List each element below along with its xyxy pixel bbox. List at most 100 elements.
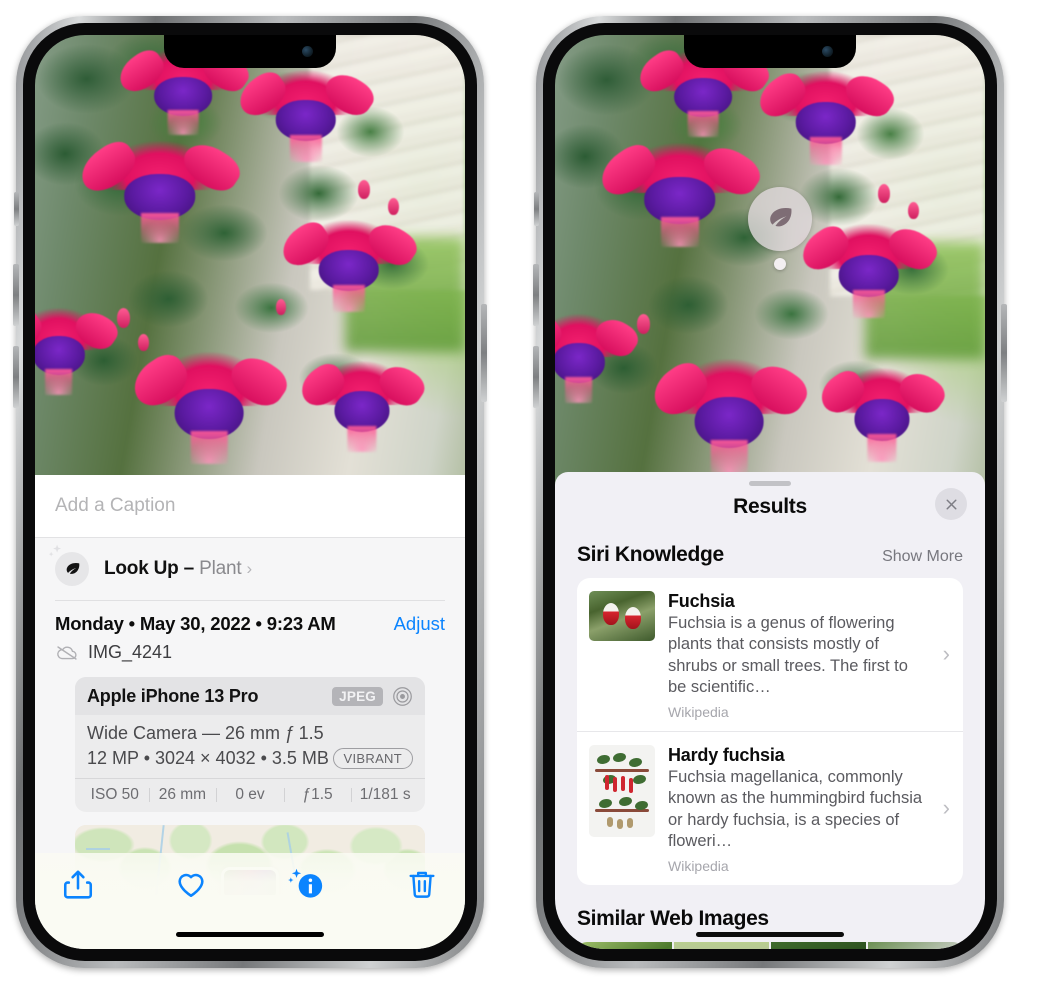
phone-screen-right: Results Siri Knowledge Show More Fuchsia… — [555, 35, 985, 949]
format-badge: JPEG — [332, 686, 383, 706]
camera-badges: JPEG — [332, 686, 413, 707]
visual-lookup-anchor-dot — [774, 258, 786, 270]
trash-icon[interactable] — [405, 867, 439, 901]
camera-spec-row: 12 MP • 3024 × 4032 • 3.5 MB VIBRANT — [87, 747, 413, 769]
power-button[interactable] — [1001, 304, 1007, 402]
leaf-icon — [48, 544, 89, 586]
photo-bud — [275, 299, 286, 315]
knowledge-thumbnail — [589, 744, 655, 837]
photo-flower — [103, 140, 216, 243]
volume-down-button[interactable] — [533, 346, 539, 408]
exif-iso: ISO 50 — [90, 785, 139, 803]
photo-flower — [301, 219, 397, 312]
divider — [55, 600, 445, 601]
knowledge-card[interactable]: Fuchsia Fuchsia is a genus of flowering … — [577, 578, 963, 731]
photo-flower — [675, 359, 783, 474]
heart-icon[interactable] — [174, 867, 208, 901]
camera-spec: 12 MP • 3024 × 4032 • 3.5 MB — [87, 747, 329, 768]
photo-flower — [821, 224, 917, 318]
look-up-category: Plant — [199, 558, 242, 579]
knowledge-description: Fuchsia is a genus of flowering plants t… — [668, 614, 908, 697]
results-header: Results — [555, 486, 985, 521]
cloud-off-icon — [55, 644, 79, 661]
similar-web-images-strip — [577, 941, 963, 949]
photo-viewer[interactable] — [35, 35, 465, 475]
photo-viewer[interactable] — [555, 35, 985, 485]
volume-up-button[interactable] — [13, 264, 19, 326]
date-row: Monday • May 30, 2022 • 9:23 AM Adjust — [55, 613, 445, 635]
phone-screen-left: Add a Caption Look Up – Plant › Monday •… — [35, 35, 465, 949]
caption-row[interactable]: Add a Caption — [35, 475, 465, 537]
siri-knowledge-cards: Fuchsia Fuchsia is a genus of flowering … — [577, 578, 963, 885]
photo-style-badge: VIBRANT — [332, 747, 413, 769]
siri-knowledge-header: Siri Knowledge Show More — [555, 521, 985, 578]
knowledge-text: Fuchsia Fuchsia is a genus of flowering … — [655, 591, 951, 720]
web-image-thumbnail[interactable] — [868, 941, 963, 949]
photo-flower — [155, 351, 263, 465]
photo-bud — [387, 197, 399, 215]
knowledge-thumbnail — [589, 591, 655, 641]
camera-info-card[interactable]: Apple iPhone 13 Pro JPEG Wide Camera — 2… — [75, 676, 425, 812]
photo-flower — [838, 368, 925, 462]
photo-flower — [258, 70, 354, 163]
photo-flower — [35, 307, 100, 395]
file-name: IMG_4241 — [88, 641, 173, 662]
close-icon[interactable] — [935, 488, 967, 520]
power-button[interactable] — [481, 304, 487, 402]
look-up-title: Look Up – — [104, 558, 200, 579]
knowledge-title: Hardy fuchsia — [668, 744, 785, 765]
knowledge-source: Wikipedia — [668, 703, 729, 720]
section-title: Similar Web Images — [577, 906, 769, 930]
phone-right: Results Siri Knowledge Show More Fuchsia… — [533, 16, 1007, 968]
photo-flower — [318, 360, 405, 453]
volume-up-button[interactable] — [533, 264, 539, 326]
photo-bud — [907, 201, 919, 219]
front-camera-icon — [302, 46, 313, 57]
exif-focal-length: 26 mm — [148, 786, 217, 804]
knowledge-title: Fuchsia — [668, 591, 735, 611]
phone-left: Add a Caption Look Up – Plant › Monday •… — [13, 16, 487, 968]
camera-card-header: Apple iPhone 13 Pro JPEG — [75, 676, 425, 715]
photo-flower — [623, 143, 736, 248]
camera-card-body: Wide Camera — 26 mm ƒ 1.5 12 MP • 3024 ×… — [75, 715, 425, 778]
look-up-label: Look Up – Plant — [104, 558, 242, 580]
look-up-row[interactable]: Look Up – Plant › — [35, 538, 465, 600]
knowledge-card[interactable]: Hardy fuchsia Fuchsia magellanica, commo… — [577, 730, 963, 885]
volume-down-button[interactable] — [13, 346, 19, 408]
web-image-thumbnail[interactable] — [674, 941, 769, 949]
exif-shutter-speed: 1/181 s — [351, 786, 419, 804]
show-more-button[interactable]: Show More — [882, 548, 963, 566]
knowledge-text: Hardy fuchsia Fuchsia magellanica, commo… — [655, 745, 951, 874]
section-title: Siri Knowledge — [577, 543, 724, 566]
file-row: IMG_4241 — [55, 642, 445, 663]
web-image-thumbnail[interactable] — [577, 941, 672, 949]
sparkles-icon — [46, 543, 68, 565]
results-title: Results — [733, 495, 807, 518]
adjust-button[interactable]: Adjust — [394, 613, 445, 635]
knowledge-description: Fuchsia magellanica, commonly known as t… — [668, 767, 923, 851]
info-icon[interactable] — [287, 867, 326, 901]
photo-bud — [116, 307, 130, 328]
mute-switch[interactable] — [534, 192, 539, 226]
front-camera-icon — [822, 46, 833, 57]
web-image-thumbnail[interactable] — [771, 941, 866, 949]
notch — [164, 35, 336, 68]
home-indicator[interactable] — [696, 931, 844, 937]
camera-model: Apple iPhone 13 Pro — [87, 685, 259, 706]
aperture-icon — [392, 686, 413, 707]
chevron-right-icon: › — [942, 795, 950, 821]
home-indicator[interactable] — [176, 931, 324, 937]
camera-lens: Wide Camera — 26 mm ƒ 1.5 — [87, 722, 324, 743]
mute-switch[interactable] — [14, 192, 19, 226]
map-road — [85, 848, 110, 851]
results-sheet: Results Siri Knowledge Show More Fuchsia… — [555, 472, 985, 949]
exif-aperture: ƒ1.5 — [283, 786, 352, 804]
chevron-right-icon: › — [942, 641, 950, 667]
visual-lookup-leaf-icon[interactable] — [748, 187, 812, 251]
knowledge-source: Wikipedia — [668, 857, 729, 874]
notch — [684, 35, 856, 68]
exif-exposure-value: 0 ev — [216, 786, 284, 804]
similar-web-images-header: Similar Web Images — [555, 885, 985, 931]
caption-input[interactable]: Add a Caption — [55, 495, 175, 517]
share-icon[interactable] — [61, 867, 95, 901]
